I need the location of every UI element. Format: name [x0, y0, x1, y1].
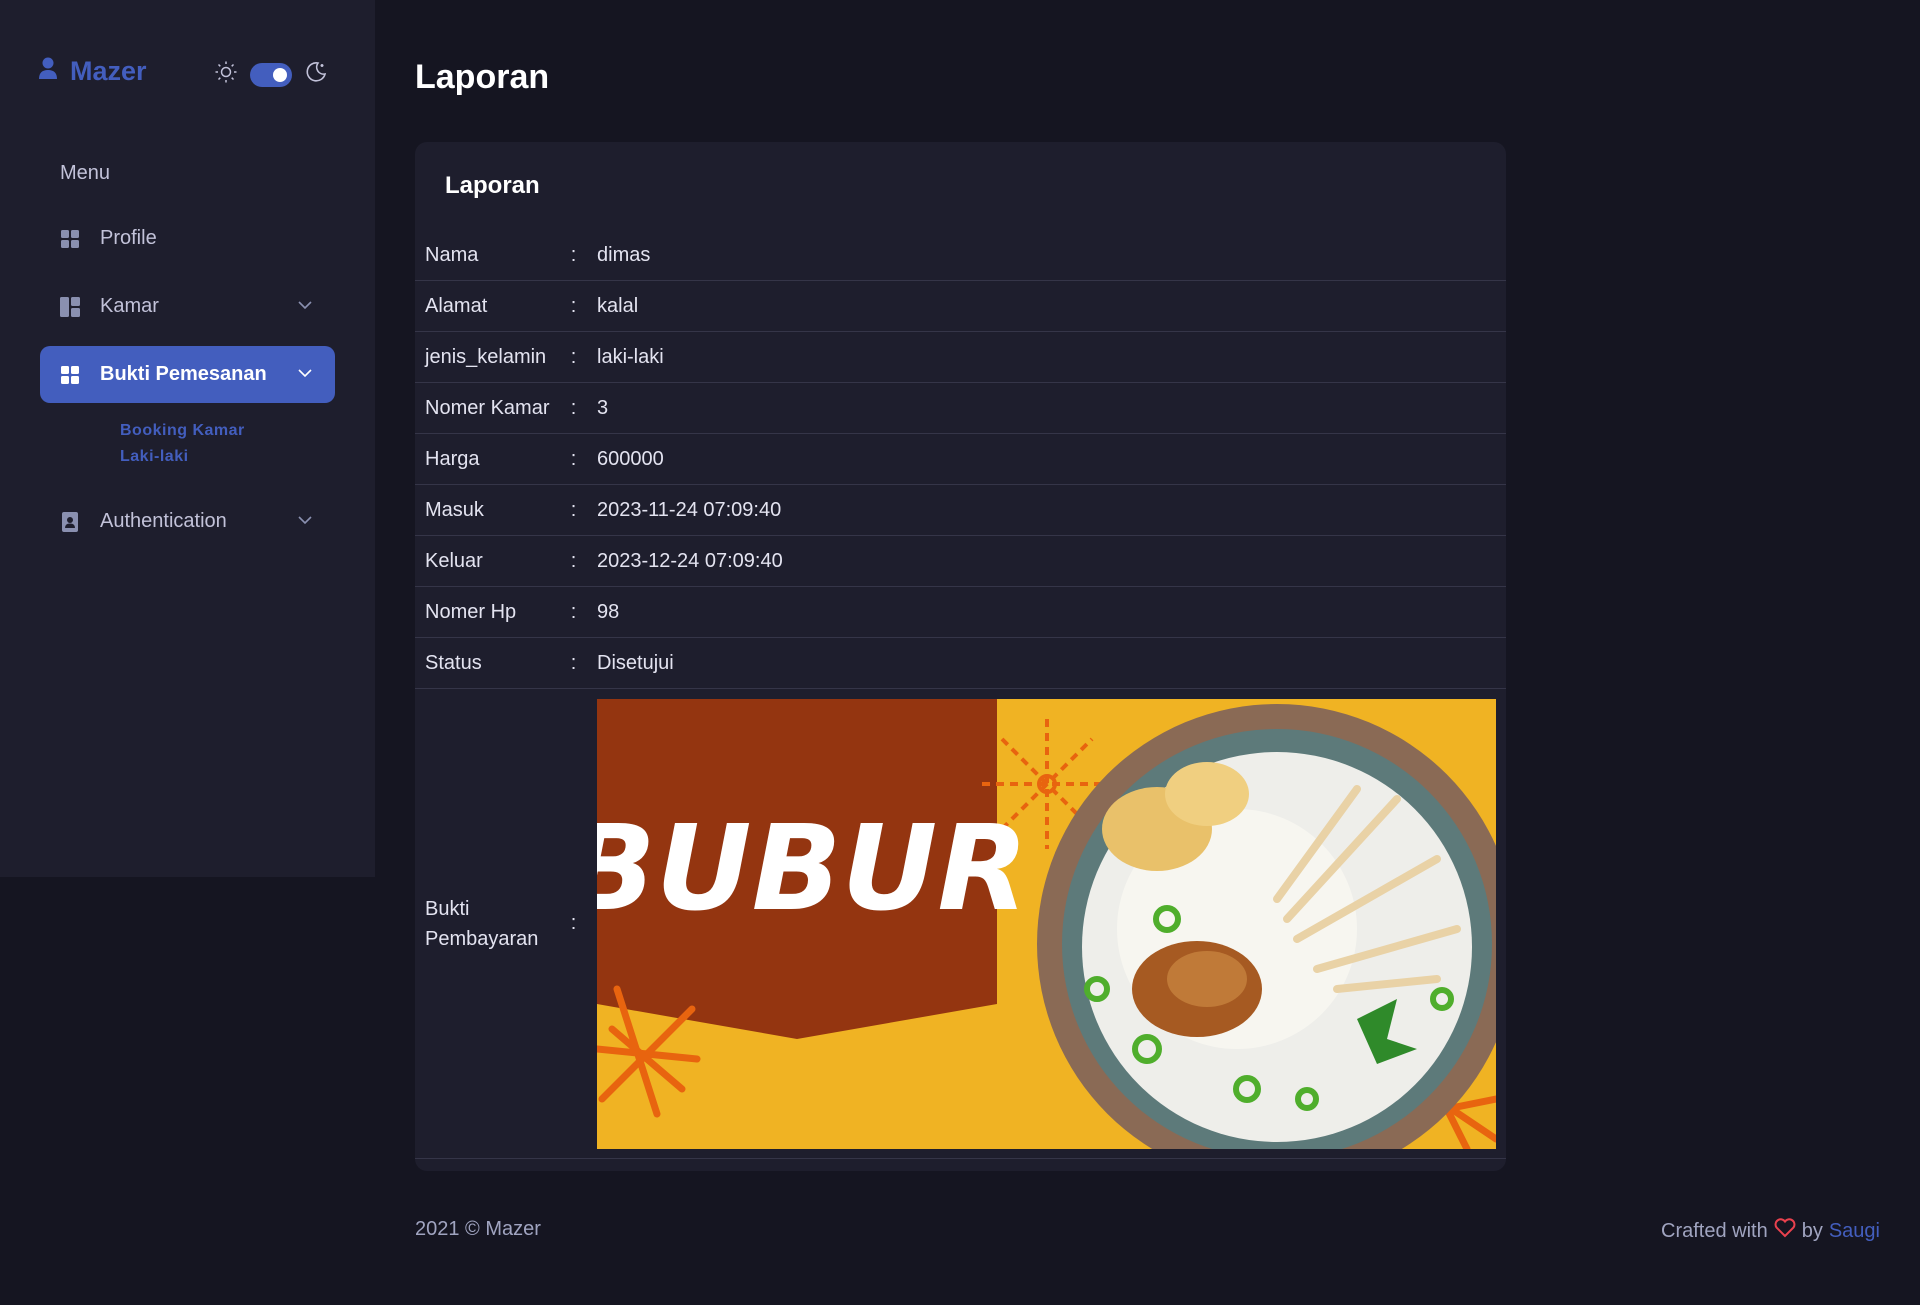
- row-value: 3: [597, 396, 609, 419]
- row-separator: :: [570, 498, 577, 521]
- row-value: 2023-12-24 07:09:40: [597, 549, 783, 572]
- page-title: Laporan: [415, 58, 550, 96]
- layout-icon: [60, 296, 80, 317]
- table-row-proof: Bukti Pembayaran : BUBUR: [415, 689, 1506, 1159]
- footer-copyright: 2021 © Mazer: [415, 1218, 541, 1240]
- row-separator: :: [570, 294, 577, 317]
- report-table: Nama : dimas Alamat : kalal jenis_kelami…: [415, 230, 1506, 1159]
- row-label: jenis_kelamin: [425, 345, 547, 368]
- row-separator: :: [570, 912, 577, 934]
- row-label: Nomer Hp: [425, 600, 517, 623]
- row-label: Harga: [425, 447, 480, 470]
- row-label: Nomer Kamar: [425, 396, 550, 419]
- row-label: Masuk: [425, 498, 484, 521]
- sun-icon: [214, 60, 238, 89]
- table-row: Nomer Hp : 98: [415, 587, 1506, 638]
- table-row: Nama : dimas: [415, 230, 1506, 281]
- row-separator: :: [570, 549, 577, 572]
- table-row: Keluar : 2023-12-24 07:09:40: [415, 536, 1506, 587]
- grid-icon: [60, 229, 80, 249]
- footer-author-link[interactable]: Saugi: [1829, 1220, 1880, 1243]
- sidebar-item-authentication[interactable]: Authentication: [40, 493, 335, 550]
- row-separator: :: [570, 243, 577, 266]
- table-row: Status : Disetujui: [415, 638, 1506, 689]
- footer-by-text: by: [1801, 1219, 1823, 1242]
- dark-mode-switch[interactable]: [250, 62, 292, 87]
- report-card: Laporan Nama : dimas Alamat : kalal jeni…: [415, 142, 1506, 1171]
- sidebar-item-profile[interactable]: Profile: [40, 210, 335, 267]
- table-row: jenis_kelamin : laki-laki: [415, 332, 1506, 383]
- sidebar-item-kamar[interactable]: Kamar: [40, 278, 335, 335]
- table-row: Harga : 600000: [415, 434, 1506, 485]
- row-separator: :: [570, 345, 577, 368]
- brand-logo[interactable]: Mazer: [38, 56, 147, 87]
- row-label: Nama: [425, 243, 479, 266]
- sidebar-item-label: Bukti Pemesanan: [100, 363, 267, 385]
- sidebar-item-bukti-pemesanan[interactable]: Bukti Pemesanan: [40, 346, 335, 403]
- sidebar-item-label: Kamar: [100, 295, 159, 317]
- row-value: 600000: [597, 447, 664, 470]
- row-separator: :: [570, 447, 577, 470]
- contact-book-icon: [60, 511, 80, 532]
- table-row: Masuk : 2023-11-24 07:09:40: [415, 485, 1506, 536]
- theme-toggle: [214, 60, 328, 89]
- row-value: dimas: [597, 243, 651, 266]
- row-label: Alamat: [425, 294, 488, 317]
- row-separator: :: [570, 396, 577, 419]
- table-row: Nomer Kamar : 3: [415, 383, 1506, 434]
- row-value: laki-laki: [597, 345, 664, 368]
- chevron-down-icon: [297, 296, 313, 319]
- menu-title: Menu: [60, 162, 111, 184]
- table-row: Alamat : kalal: [415, 281, 1506, 332]
- heart-icon: [1774, 1218, 1796, 1244]
- card-title: Laporan: [445, 172, 540, 199]
- sidebar: Mazer Menu Profile Kamar Bukti Pemesanan…: [0, 0, 375, 877]
- footer-crafted-text: Crafted with: [1661, 1219, 1768, 1242]
- row-value: 2023-11-24 07:09:40: [597, 498, 782, 521]
- footer-credits: Crafted with by Saugi: [1661, 1218, 1880, 1244]
- row-label: Keluar: [425, 549, 483, 572]
- grid-icon: [60, 365, 80, 385]
- row-separator: :: [570, 600, 577, 623]
- row-value: Disetujui: [597, 651, 674, 674]
- chevron-down-icon: [297, 364, 313, 387]
- row-value: kalal: [597, 294, 639, 317]
- sidebar-item-label: Profile: [100, 227, 157, 249]
- person-icon: [38, 57, 58, 86]
- row-label: Bukti Pembayaran: [425, 897, 539, 950]
- row-label: Status: [425, 651, 482, 674]
- chevron-down-icon: [297, 511, 313, 534]
- brand-name: Mazer: [70, 56, 147, 86]
- switch-knob: [273, 67, 287, 82]
- row-separator: :: [570, 651, 577, 674]
- moon-icon: [304, 60, 328, 89]
- payment-proof-image: BUBUR: [597, 698, 1496, 1149]
- image-text: BUBUR: [597, 799, 1028, 937]
- sidebar-item-label: Authentication: [100, 510, 227, 532]
- row-value: 98: [597, 600, 620, 623]
- submenu-item-booking-kamar[interactable]: Booking Kamar Laki-laki: [120, 418, 280, 470]
